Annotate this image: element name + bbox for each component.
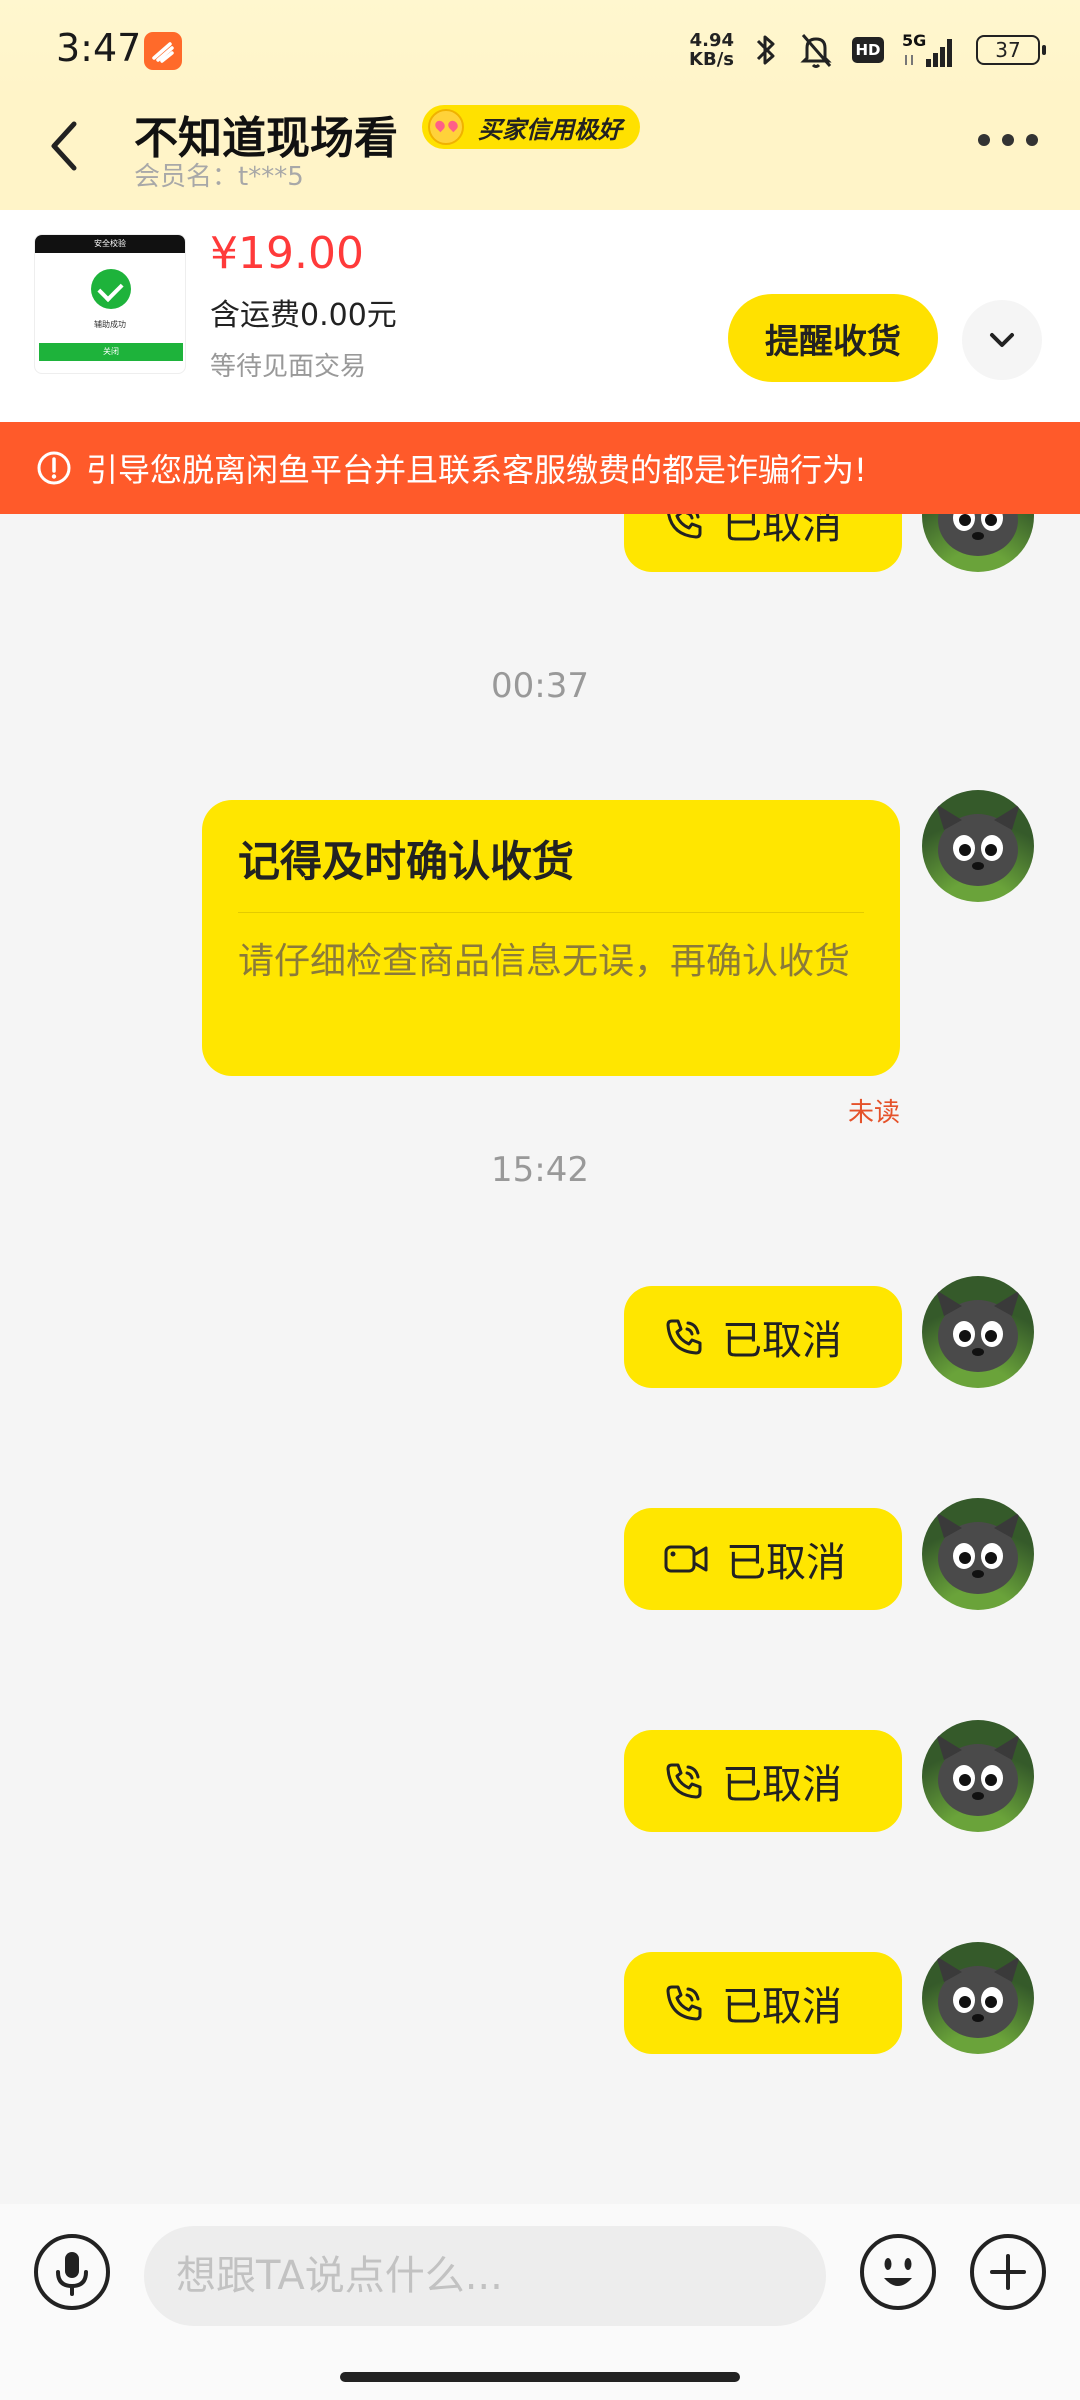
xianyu-notification-icon <box>144 32 182 70</box>
wolf-avatar-icon <box>936 1956 1020 2038</box>
card-divider <box>238 912 864 913</box>
net-speed: 4.94 KB/s <box>689 30 734 70</box>
more-dot-icon <box>978 134 990 146</box>
plus-icon <box>970 2234 1046 2310</box>
more-options-button[interactable] <box>978 130 1038 150</box>
avatar[interactable] <box>922 1498 1034 1610</box>
call-cancelled-bubble[interactable]: 已取消 <box>624 1286 902 1388</box>
avatar[interactable] <box>922 1720 1034 1832</box>
warning-circle-icon <box>37 451 71 485</box>
voice-input-button[interactable] <box>32 2232 112 2312</box>
avatar[interactable] <box>922 1942 1034 2054</box>
battery-indicator: 37 <box>976 35 1046 65</box>
signal-indicator: 5G <box>902 31 958 69</box>
thumb-button: 关闭 <box>39 343 183 361</box>
chevron-down-icon <box>990 333 1014 347</box>
card-title: 记得及时确认收货 <box>238 837 575 886</box>
microphone-icon <box>34 2234 110 2310</box>
timestamp-separator: 15:42 <box>491 1150 589 1190</box>
phone-icon <box>666 1763 702 1799</box>
smiley-icon <box>860 2234 936 2310</box>
more-actions-button[interactable] <box>968 2232 1048 2312</box>
bluetooth-icon <box>756 35 775 65</box>
chat-header: 不知道现场看 买家信用极好 会员名：t***5 <box>0 100 1080 210</box>
status-time: 3:47 <box>56 26 142 70</box>
chat-messages[interactable]: 已取消 00:37 记得及时确认收货 请仔细检查商品信息无误，再确认收货 未读 … <box>0 514 1080 2204</box>
phone-icon <box>666 1319 702 1355</box>
input-bar <box>0 2204 1080 2400</box>
buyer-credit-badge[interactable]: 买家信用极好 <box>422 105 640 149</box>
home-indicator[interactable] <box>340 2372 740 2382</box>
call-cancelled-bubble[interactable]: 已取消 <box>624 1730 902 1832</box>
avatar[interactable] <box>922 514 1034 572</box>
wolf-avatar-icon <box>936 804 1020 886</box>
check-circle-icon <box>91 269 131 309</box>
wolf-avatar-icon <box>936 1290 1020 1372</box>
heart-eyes-emoji-icon <box>428 109 464 145</box>
phone-icon <box>666 1985 702 2021</box>
video-camera-icon <box>664 1545 708 1573</box>
trade-status: 等待见面交易 <box>210 352 367 382</box>
emoji-button[interactable] <box>858 2232 938 2312</box>
call-cancelled-bubble[interactable]: 已取消 <box>624 514 902 572</box>
message-input[interactable] <box>144 2226 826 2326</box>
thumb-topbar: 安全校验 <box>35 235 185 253</box>
expand-button[interactable] <box>962 300 1042 380</box>
signal-bars-icon <box>905 39 952 67</box>
product-price: ¥19.00 <box>210 228 364 279</box>
timestamp-separator: 00:37 <box>491 666 589 706</box>
warning-text: 引导您脱离闲鱼平台并且联系客服缴费的都是诈骗行为! <box>86 451 867 489</box>
remind-receipt-button[interactable]: 提醒收货 <box>728 294 938 382</box>
unread-label: 未读 <box>848 1098 901 1128</box>
fraud-warning-banner: 引导您脱离闲鱼平台并且联系客服缴费的都是诈骗行为! <box>0 422 1080 514</box>
card-body: 请仔细检查商品信息无误，再确认收货 <box>238 941 851 982</box>
mute-bell-icon <box>800 34 832 68</box>
more-dot-icon <box>1026 134 1038 146</box>
call-cancelled-bubble[interactable]: 已取消 <box>624 1952 902 2054</box>
wolf-avatar-icon <box>938 514 1018 556</box>
back-arrow-icon <box>51 121 77 171</box>
thumb-text: 辅助成功 <box>94 320 126 329</box>
back-button[interactable] <box>40 110 90 180</box>
phone-icon <box>667 514 702 539</box>
product-thumbnail[interactable]: 安全校验 辅助成功 关闭 <box>34 234 186 374</box>
product-shipping: 含运费0.00元 <box>210 298 397 333</box>
product-card[interactable]: 安全校验 辅助成功 关闭 ¥19.00 含运费0.00元 等待见面交易 提醒收货 <box>0 210 1080 422</box>
hd-badge: HD <box>852 37 884 63</box>
member-name: 会员名：t***5 <box>134 162 304 192</box>
more-dot-icon <box>1002 134 1014 146</box>
confirm-receipt-card[interactable]: 记得及时确认收货 请仔细检查商品信息无误，再确认收货 <box>202 800 900 1076</box>
status-bar: 3:47 4.94 KB/s HD 5G 37 <box>0 0 1080 100</box>
wolf-avatar-icon <box>936 1512 1020 1594</box>
buyer-credit-label: 买家信用极好 <box>478 115 622 144</box>
video-call-cancelled-bubble[interactable]: 已取消 <box>624 1508 902 1610</box>
avatar[interactable] <box>922 1276 1034 1388</box>
wolf-avatar-icon <box>936 1734 1020 1816</box>
avatar[interactable] <box>922 790 1034 902</box>
